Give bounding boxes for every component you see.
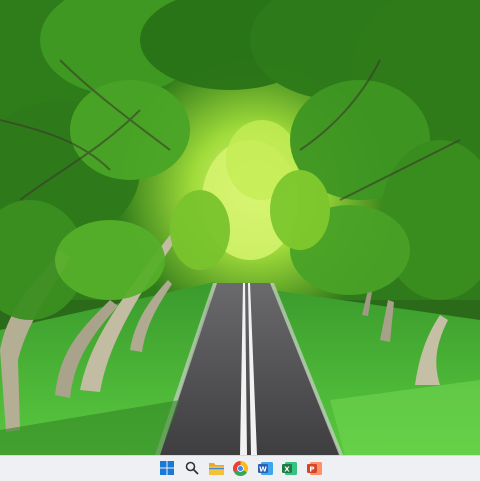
start-icon[interactable] xyxy=(159,460,175,476)
excel-icon[interactable]: X xyxy=(281,460,297,476)
taskbar: W X P xyxy=(0,455,480,481)
search-icon[interactable] xyxy=(184,460,200,476)
powerpoint-icon[interactable]: P xyxy=(306,460,322,476)
svg-text:P: P xyxy=(309,465,314,473)
wallpaper-image xyxy=(0,0,480,455)
desktop-wallpaper xyxy=(0,0,480,455)
word-icon[interactable]: W xyxy=(257,460,273,476)
svg-text:W: W xyxy=(259,465,267,473)
svg-text:X: X xyxy=(284,465,290,473)
chrome-icon[interactable] xyxy=(232,460,248,476)
file-explorer-icon[interactable] xyxy=(208,460,224,476)
